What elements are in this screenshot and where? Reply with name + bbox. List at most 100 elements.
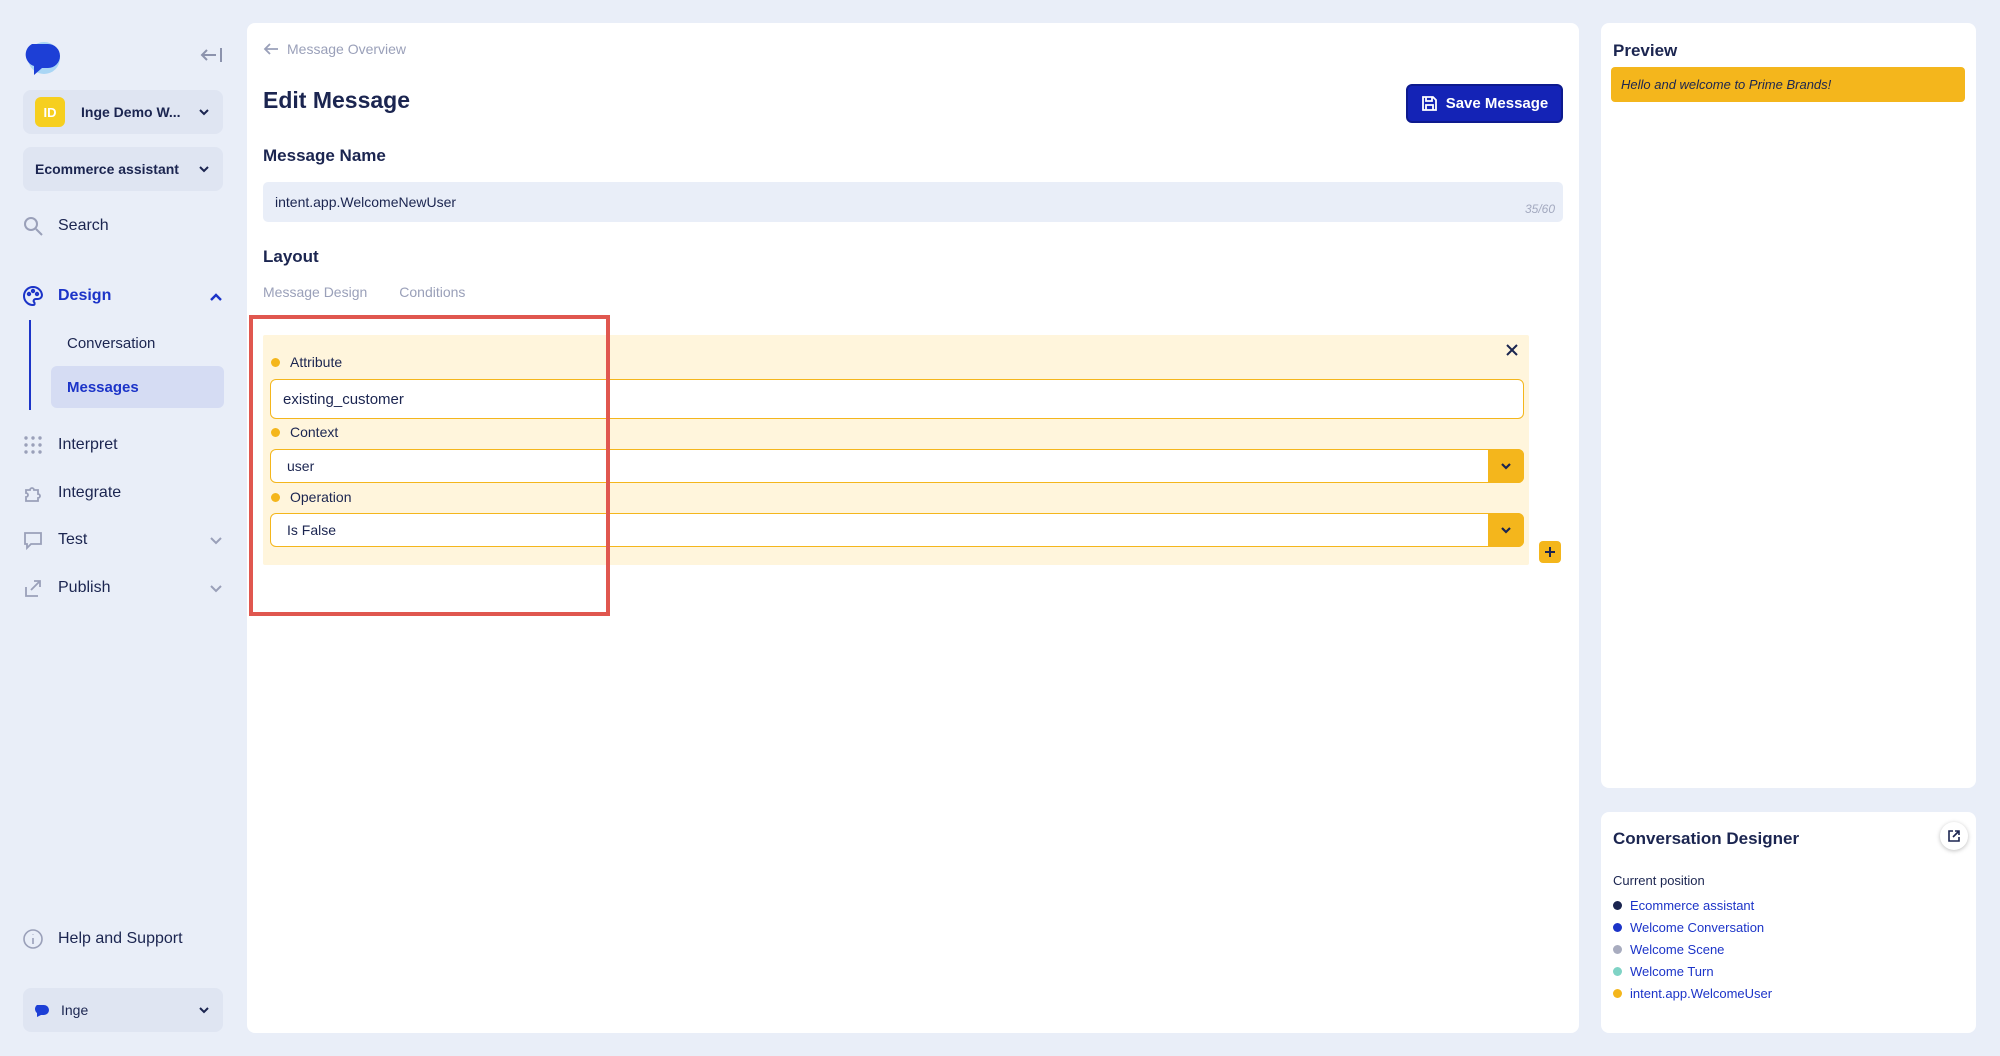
nav-search[interactable]: Search bbox=[22, 212, 109, 240]
position-item[interactable]: Welcome Turn bbox=[1613, 964, 1714, 979]
designer-title: Conversation Designer bbox=[1613, 829, 1800, 848]
message-name-input[interactable]: intent.app.WelcomeNewUser 35/60 bbox=[263, 182, 1563, 222]
attribute-input[interactable]: existing_customer bbox=[270, 379, 1524, 419]
operation-label-text: Operation bbox=[290, 489, 352, 505]
user-chat-icon bbox=[35, 1005, 49, 1017]
position-item-label: Welcome Scene bbox=[1630, 942, 1725, 957]
nav-design-label: Design bbox=[58, 287, 112, 304]
position-dot bbox=[1613, 901, 1622, 910]
context-dropdown-toggle[interactable] bbox=[1488, 449, 1524, 483]
preview-panel: Preview Hello and welcome to Prime Brand… bbox=[1601, 23, 1976, 788]
user-label: Inge bbox=[61, 1002, 89, 1018]
nav-integrate-label: Integrate bbox=[58, 484, 122, 501]
add-condition-button[interactable] bbox=[1539, 541, 1561, 563]
arrow-left-icon bbox=[263, 43, 278, 55]
chevron-down-icon[interactable] bbox=[208, 580, 224, 596]
message-name-label: Message Name bbox=[263, 146, 386, 165]
chevron-down-icon bbox=[199, 166, 209, 173]
sidebar: ID Inge Demo W... Ecommerce assistant Se… bbox=[0, 0, 245, 1056]
required-dot bbox=[271, 357, 280, 367]
position-item-label: Ecommerce assistant bbox=[1630, 898, 1755, 913]
chevron-up-icon[interactable] bbox=[208, 289, 224, 305]
user-selector[interactable]: Inge bbox=[23, 988, 223, 1032]
position-item[interactable]: intent.app.WelcomeUser bbox=[1613, 986, 1772, 1001]
active-tab-indicator bbox=[395, 316, 477, 318]
chevron-down-icon bbox=[199, 1007, 209, 1014]
position-item[interactable]: Ecommerce assistant bbox=[1613, 898, 1754, 913]
save-message-button[interactable]: Save Message bbox=[1406, 84, 1563, 123]
breadcrumb[interactable]: Message Overview bbox=[263, 41, 406, 57]
main-panel: Message Overview Edit Message Save Messa… bbox=[247, 23, 1579, 1033]
external-link-icon bbox=[1948, 830, 1960, 842]
nav-messages-label: Messages bbox=[67, 378, 139, 396]
chat-icon bbox=[24, 532, 42, 551]
breadcrumb-label: Message Overview bbox=[287, 41, 407, 57]
chevron-down-icon bbox=[1501, 463, 1511, 470]
close-icon[interactable] bbox=[1503, 341, 1521, 359]
nav-conversation[interactable]: Conversation bbox=[51, 322, 224, 364]
preview-title: Preview bbox=[1613, 41, 1678, 60]
required-dot bbox=[271, 427, 280, 437]
current-position-label: Current position bbox=[1613, 873, 1705, 888]
nav-interpret[interactable]: Interpret bbox=[22, 431, 118, 459]
operation-label: Operation bbox=[271, 489, 351, 505]
char-count: 35/60 bbox=[1524, 202, 1555, 216]
position-dot bbox=[1613, 989, 1622, 998]
nav-help-label: Help and Support bbox=[58, 930, 183, 947]
nav-publish-label: Publish bbox=[58, 579, 111, 596]
position-item-label: Welcome Turn bbox=[1630, 964, 1714, 979]
position-item[interactable]: Welcome Scene bbox=[1613, 942, 1724, 957]
nav-conversation-label: Conversation bbox=[67, 334, 156, 352]
palette-icon bbox=[23, 285, 44, 307]
plus-icon bbox=[1545, 547, 1555, 557]
collapse-sidebar-icon[interactable] bbox=[198, 44, 224, 66]
page-title: Edit Message bbox=[263, 87, 410, 113]
tab-conditions[interactable]: Conditions bbox=[399, 284, 465, 300]
puzzle-icon bbox=[25, 487, 41, 502]
info-icon bbox=[23, 929, 43, 949]
context-select[interactable]: user bbox=[270, 449, 1524, 483]
nav-design[interactable]: Design bbox=[22, 282, 111, 310]
attribute-label: Attribute bbox=[271, 354, 342, 370]
nav-publish[interactable]: Publish bbox=[22, 574, 110, 602]
operation-select[interactable]: Is False bbox=[270, 513, 1524, 547]
nav-test-label: Test bbox=[58, 531, 88, 548]
nav-help[interactable]: Help and Support bbox=[22, 925, 183, 953]
chevron-down-icon bbox=[199, 109, 209, 116]
share-icon bbox=[25, 580, 41, 597]
app-logo-icon[interactable] bbox=[22, 38, 64, 78]
save-icon bbox=[1421, 96, 1437, 111]
position-item-label: Welcome Conversation bbox=[1630, 920, 1765, 935]
conversation-designer-panel: Conversation Designer Current position E… bbox=[1601, 812, 1976, 1033]
grid-dots-icon bbox=[24, 436, 42, 454]
operation-value: Is False bbox=[287, 522, 337, 538]
position-item-label: intent.app.WelcomeUser bbox=[1630, 986, 1773, 1001]
workspace-selector[interactable]: ID Inge Demo W... bbox=[23, 90, 223, 134]
tab-message-design[interactable]: Message Design bbox=[263, 284, 367, 300]
open-external-icon[interactable] bbox=[1940, 822, 1968, 850]
position-dot bbox=[1613, 967, 1622, 976]
chevron-down-icon[interactable] bbox=[208, 532, 224, 548]
condition-panel: Attribute existing_customer Context user… bbox=[263, 335, 1529, 565]
position-dot bbox=[1613, 945, 1622, 954]
nav-integrate[interactable]: Integrate bbox=[22, 479, 121, 507]
nav-search-label: Search bbox=[58, 217, 109, 234]
workspace-label: Inge Demo W... bbox=[81, 104, 181, 120]
required-dot bbox=[271, 492, 280, 502]
context-label-text: Context bbox=[290, 424, 339, 440]
search-icon bbox=[24, 217, 43, 236]
nav-test[interactable]: Test bbox=[22, 526, 87, 554]
context-label: Context bbox=[271, 424, 338, 440]
assistant-label: Ecommerce assistant bbox=[35, 161, 179, 177]
position-item[interactable]: Welcome Conversation bbox=[1613, 920, 1764, 935]
operation-dropdown-toggle[interactable] bbox=[1488, 513, 1524, 547]
workspace-badge: ID bbox=[35, 97, 65, 127]
position-dot bbox=[1613, 923, 1622, 932]
attribute-value: existing_customer bbox=[283, 390, 404, 408]
preview-message-bubble: Hello and welcome to Prime Brands! bbox=[1611, 67, 1965, 102]
save-message-label: Save Message bbox=[1445, 95, 1549, 112]
nav-messages[interactable]: Messages bbox=[51, 366, 224, 408]
assistant-selector[interactable]: Ecommerce assistant bbox=[23, 147, 223, 191]
chevron-down-icon bbox=[1501, 527, 1511, 534]
layout-label: Layout bbox=[263, 247, 319, 266]
